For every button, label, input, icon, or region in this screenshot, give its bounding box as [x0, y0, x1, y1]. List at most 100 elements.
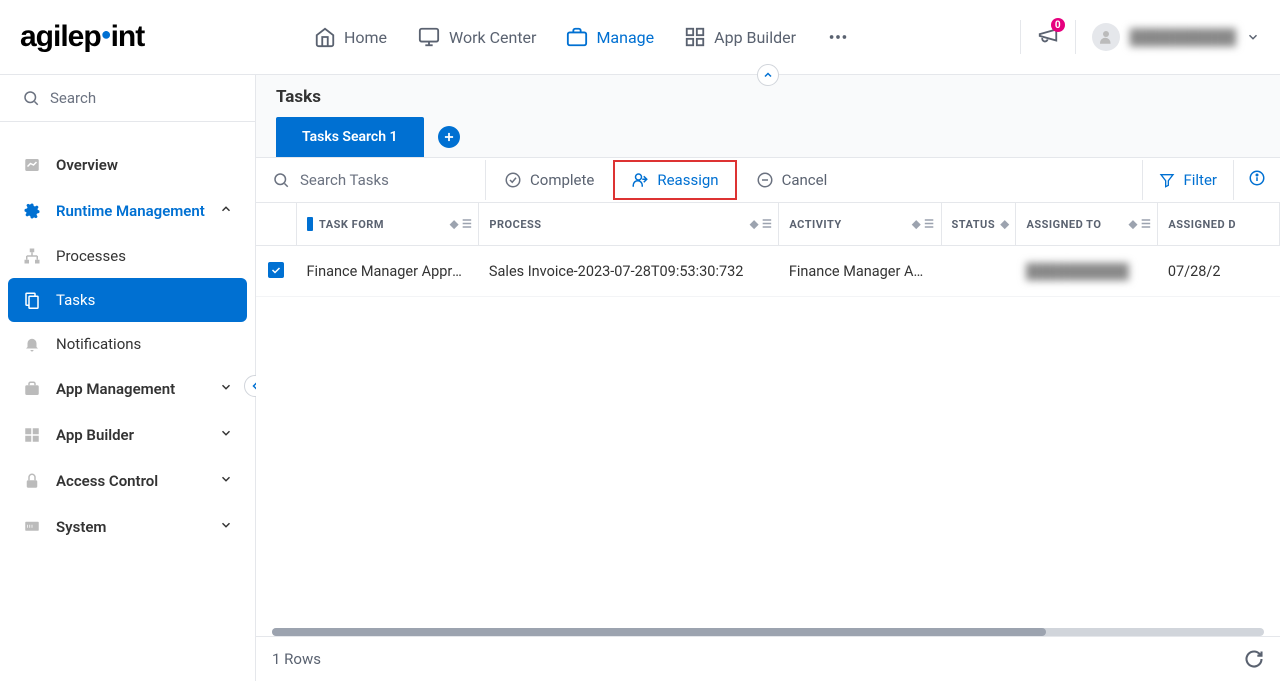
col-checkbox[interactable]	[256, 203, 297, 246]
sidebar-item-app-management[interactable]: App Management	[0, 366, 255, 412]
notifications-badge: 0	[1051, 18, 1065, 32]
system-icon	[22, 518, 42, 536]
refresh-icon[interactable]	[1244, 649, 1264, 669]
row-checkbox-cell[interactable]	[256, 246, 297, 297]
grid-wrap: TASK FORM ◆ ☰ PROCESS ◆ ☰ ACTIVITY ◆ ☰	[256, 203, 1280, 681]
col-task-form[interactable]: TASK FORM ◆ ☰	[297, 203, 479, 246]
chevron-down-icon	[219, 426, 233, 444]
sidebar-sub-label: Tasks	[56, 291, 95, 309]
chevron-up-icon	[219, 202, 233, 220]
scrollbar-thumb[interactable]	[272, 628, 1046, 636]
chevron-down-icon	[219, 472, 233, 490]
nav-home[interactable]: Home	[314, 26, 387, 48]
complete-label: Complete	[530, 171, 594, 189]
cancel-circle-icon	[756, 171, 774, 189]
sidebar-item-label: Access Control	[56, 472, 158, 490]
col-label: STATUS	[952, 218, 996, 231]
briefcase-icon	[566, 26, 588, 48]
main-content: Tasks Tasks Search 1 Search Tasks Comple…	[256, 75, 1280, 681]
search-icon	[22, 89, 40, 107]
sidebar-item-label: Runtime Management	[56, 202, 205, 220]
tab-tasks-search-1[interactable]: Tasks Search 1	[276, 117, 424, 157]
gear-icon	[22, 202, 42, 220]
sidebar-item-access-control[interactable]: Access Control	[0, 458, 255, 504]
sidebar-item-app-builder[interactable]: App Builder	[0, 412, 255, 458]
sidebar-search[interactable]: Search	[0, 75, 255, 122]
sidebar-sub-notifications[interactable]: Notifications	[0, 322, 255, 366]
edit-icon[interactable]	[934, 265, 941, 279]
complete-button[interactable]: Complete	[486, 160, 612, 200]
info-button[interactable]	[1234, 158, 1280, 202]
nav-app-builder[interactable]: App Builder	[684, 26, 796, 48]
filter-icon	[1159, 172, 1175, 188]
nav-work-center-label: Work Center	[449, 28, 536, 47]
grid-apps-icon	[684, 26, 706, 48]
row-checkbox[interactable]	[268, 262, 284, 278]
bell-icon	[22, 335, 42, 353]
cancel-button[interactable]: Cancel	[738, 160, 846, 200]
nav-manage-label: Manage	[596, 28, 654, 47]
expand-header-button[interactable]	[757, 64, 779, 86]
profile-menu[interactable]: ██████████	[1092, 23, 1260, 51]
filter-label: Filter	[1183, 171, 1217, 189]
search-tasks-placeholder: Search Tasks	[300, 171, 389, 189]
sidebar-item-system[interactable]: System	[0, 504, 255, 550]
cell-status	[941, 246, 1016, 297]
col-label: PROCESS	[489, 218, 541, 231]
sidebar-item-overview[interactable]: Overview	[0, 142, 255, 188]
col-assigned-date[interactable]: ASSIGNED D	[1158, 203, 1280, 246]
notifications-bell[interactable]: 0	[1037, 24, 1059, 50]
nav-home-label: Home	[344, 28, 387, 47]
table-row[interactable]: Finance Manager Appro… Sales Invoice-202…	[256, 246, 1280, 297]
nav-right: 0 ██████████	[1020, 20, 1260, 54]
logo-text-a: agilep	[20, 20, 101, 53]
nav-manage[interactable]: Manage	[566, 26, 654, 48]
chevron-up-icon	[762, 69, 774, 81]
grid-footer: 1 Rows	[256, 636, 1280, 681]
row-count: 1 Rows	[272, 650, 321, 668]
plus-icon	[442, 130, 456, 144]
sidebar: Search Overview Runtime Management Proce…	[0, 75, 256, 681]
suitcase-icon	[22, 380, 42, 398]
add-tab-button[interactable]	[438, 126, 460, 148]
nav-work-center[interactable]: Work Center	[417, 26, 536, 48]
sidebar-sub-processes[interactable]: Processes	[0, 234, 255, 278]
col-assigned-to[interactable]: ASSIGNED TO ◆ ☰	[1016, 203, 1158, 246]
col-process[interactable]: PROCESS ◆ ☰	[479, 203, 779, 246]
reassign-icon	[631, 171, 649, 189]
sort-controls[interactable]: ◆ ☰	[912, 218, 935, 231]
sidebar-sub-label: Notifications	[56, 335, 141, 353]
search-tasks-input[interactable]: Search Tasks	[256, 160, 486, 200]
chart-icon	[22, 156, 42, 174]
sidebar-sub-label: Processes	[56, 247, 126, 265]
task-form-icon	[307, 217, 313, 231]
horizontal-scrollbar[interactable]	[272, 628, 1264, 636]
col-status[interactable]: STATUS ◆	[941, 203, 1016, 246]
logo: agilep●int	[20, 20, 144, 54]
check-icon	[270, 264, 282, 276]
profile-name: ██████████	[1130, 28, 1236, 46]
sitemap-icon	[22, 247, 42, 265]
nav-more[interactable]	[826, 26, 850, 48]
sort-controls[interactable]: ◆ ☰	[1129, 218, 1152, 231]
divider	[1075, 20, 1076, 54]
reassign-button[interactable]: Reassign	[613, 160, 736, 200]
cancel-label: Cancel	[782, 171, 828, 189]
sort-controls[interactable]: ◆ ☰	[450, 218, 473, 231]
col-label: ASSIGNED TO	[1026, 218, 1101, 231]
grid-icon	[22, 426, 42, 444]
sidebar-item-runtime-management[interactable]: Runtime Management	[0, 188, 255, 234]
sidebar-sub-tasks[interactable]: Tasks	[8, 278, 247, 322]
chevron-down-icon	[1246, 30, 1260, 44]
filter-button[interactable]: Filter	[1142, 160, 1234, 200]
sidebar-item-label: Overview	[56, 156, 118, 174]
tasks-grid: TASK FORM ◆ ☰ PROCESS ◆ ☰ ACTIVITY ◆ ☰	[256, 203, 1280, 620]
col-activity[interactable]: ACTIVITY ◆ ☰	[779, 203, 941, 246]
person-icon	[1097, 28, 1115, 46]
cell-assigned-date: 07/28/2	[1158, 246, 1280, 297]
sort-controls[interactable]: ◆	[1001, 218, 1010, 231]
sidebar-item-label: System	[56, 518, 106, 536]
sort-controls[interactable]: ◆ ☰	[750, 218, 773, 231]
sidebar-item-label: App Management	[56, 380, 175, 398]
cell-assigned-to: ██████████	[1016, 246, 1158, 297]
